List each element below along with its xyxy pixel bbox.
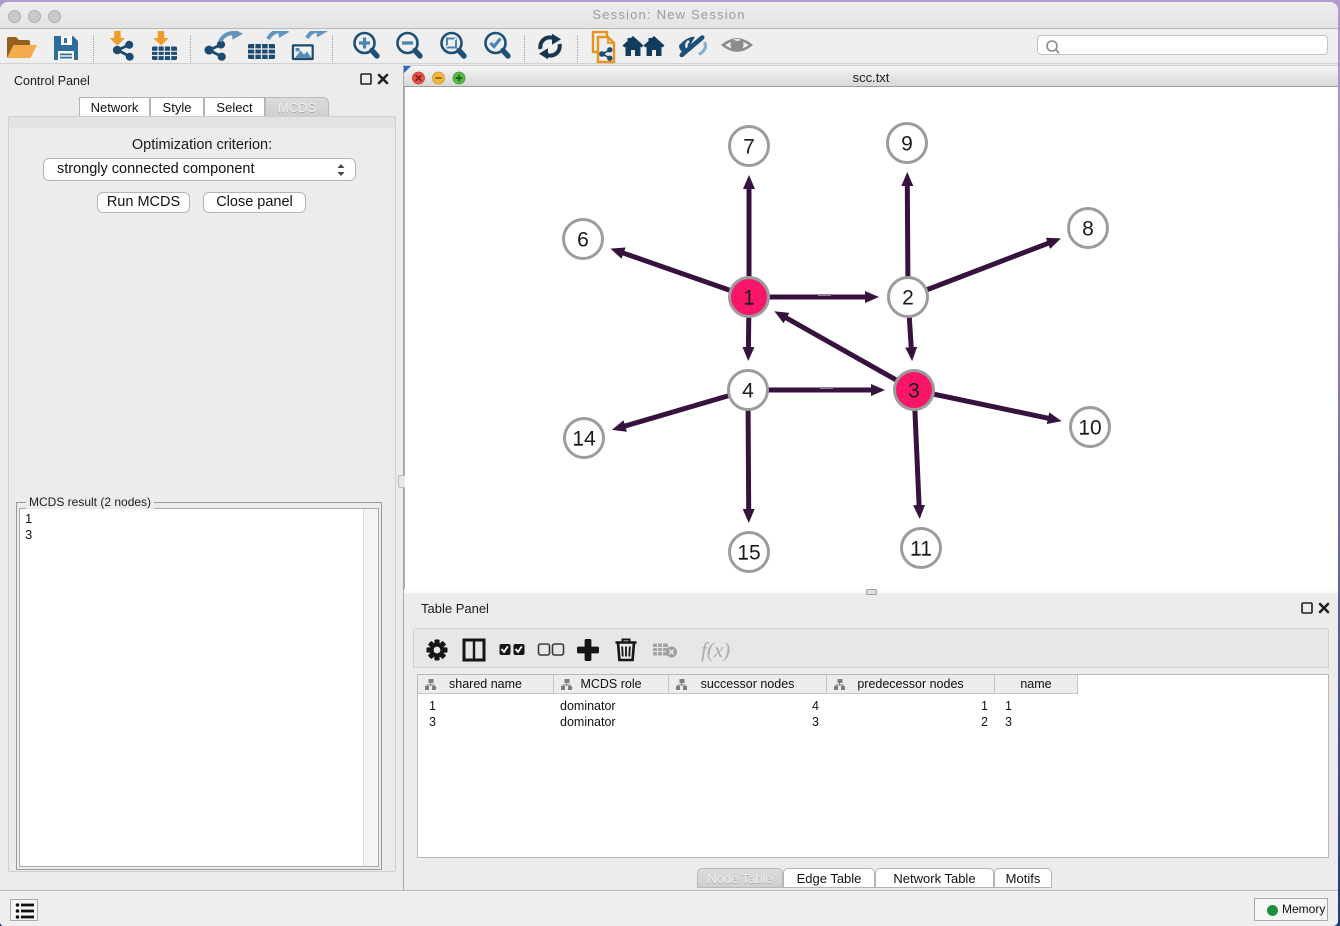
svg-text:8: 8 bbox=[1082, 218, 1094, 241]
svg-text:10: 10 bbox=[1078, 417, 1101, 440]
svg-text:11: 11 bbox=[910, 538, 932, 561]
svg-text:6: 6 bbox=[577, 229, 589, 252]
svg-text:3: 3 bbox=[908, 380, 920, 403]
svg-text:1: 1 bbox=[743, 287, 755, 310]
svg-text:9: 9 bbox=[901, 133, 913, 156]
svg-text:2: 2 bbox=[902, 287, 914, 310]
svg-text:15: 15 bbox=[737, 542, 760, 565]
svg-text:f(x): f(x) bbox=[701, 638, 730, 662]
svg-text:7: 7 bbox=[743, 136, 755, 159]
svg-text:14: 14 bbox=[572, 428, 596, 451]
svg-text:4: 4 bbox=[742, 380, 754, 403]
